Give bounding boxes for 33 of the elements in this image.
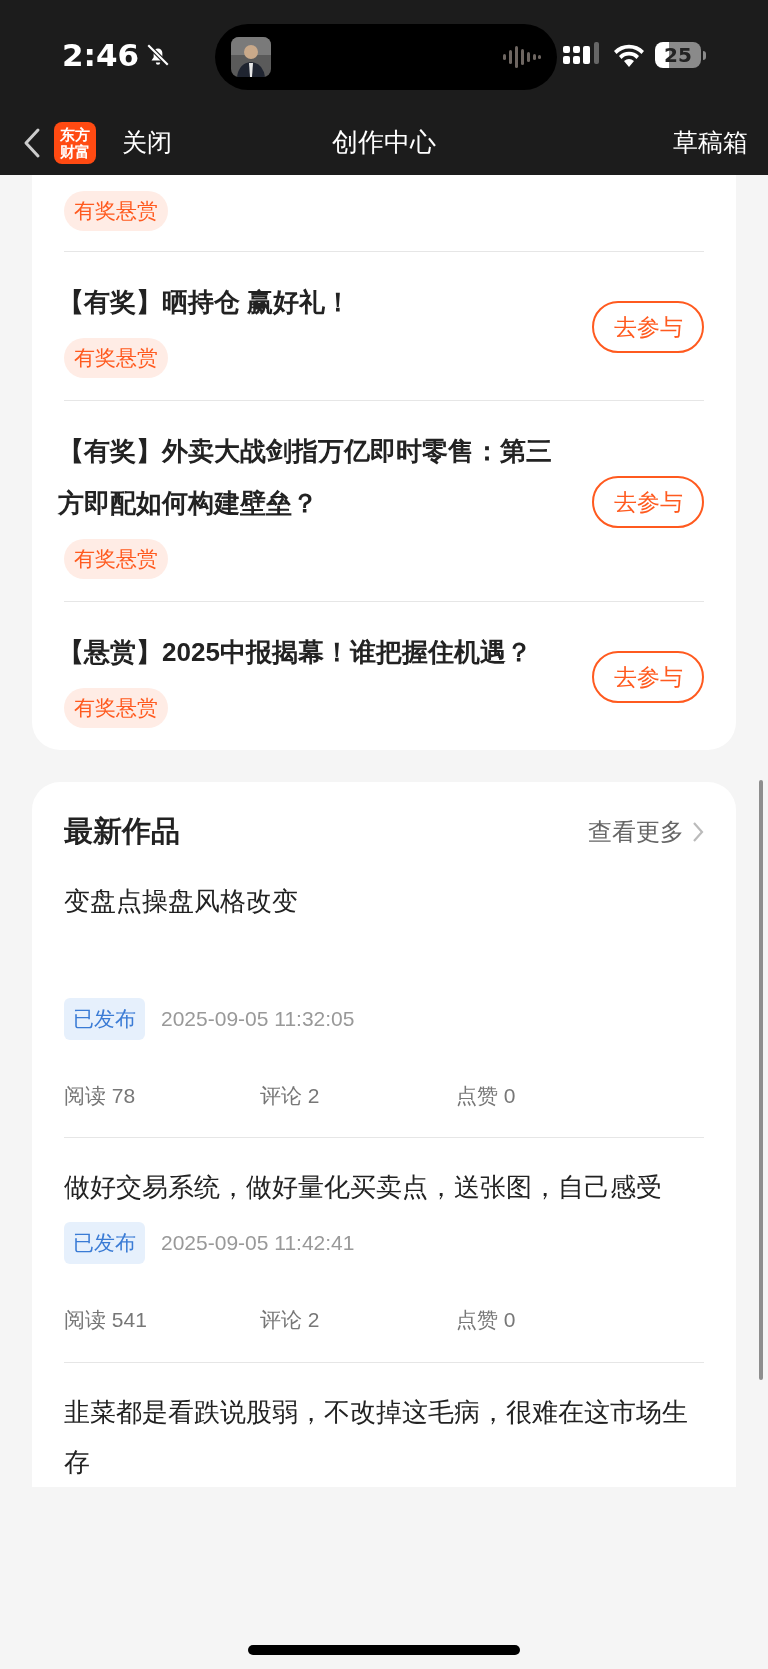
post-date: 2025-09-05 11:42:41	[161, 1230, 355, 1257]
post-stat: 阅读 78	[64, 1082, 137, 1109]
logo-text: 财富	[60, 142, 90, 160]
back-icon[interactable]	[22, 126, 42, 159]
view-more-link[interactable]: 查看更多	[588, 813, 684, 850]
close-button[interactable]: 关闭	[122, 123, 172, 162]
reward-tag: 有奖悬赏	[64, 688, 168, 728]
logo-text: 东方	[60, 125, 90, 143]
wifi-icon	[613, 43, 645, 67]
reward-title[interactable]: 【有奖】晒持仓 赢好礼！	[58, 276, 572, 328]
post-stat: 阅读 541	[64, 1307, 148, 1333]
drafts-button[interactable]: 草稿箱	[673, 123, 748, 162]
page-title: 创作中心	[332, 126, 436, 159]
post-title[interactable]: 做好交易系统，做好量化买卖点，送张图，自己感受	[64, 1162, 704, 1212]
reward-title[interactable]: 【有奖】外卖大战剑指万亿即时零售：第三方即配如何构建壁垒？	[58, 425, 572, 529]
reward-tag: 有奖悬赏	[64, 338, 168, 378]
post-title[interactable]: 变盘点操盘风格改变	[64, 875, 704, 988]
battery-cap	[703, 50, 706, 60]
post-stat: 评论 2	[260, 1307, 321, 1333]
waveform-icon	[503, 46, 541, 68]
reward-title[interactable]: 【悬赏】2025中报揭幕！谁把握住机遇？	[58, 626, 572, 678]
section-title: 最新作品	[64, 814, 180, 849]
post-stat: 点赞 0	[456, 1307, 517, 1333]
status-tag: 已发布	[64, 1222, 145, 1264]
status-time: 2:46	[62, 35, 140, 75]
post-title[interactable]: 韭菜都是看跌说股弱，不改掉这毛病，很难在这市场生存	[64, 1386, 704, 1487]
post-stat: 评论 2	[260, 1082, 321, 1109]
reward-tag: 有奖悬赏	[64, 191, 168, 231]
post-date: 2025-09-05 11:32:05	[161, 1005, 355, 1032]
post-stat: 点赞 0	[456, 1082, 517, 1109]
reward-tag: 有奖悬赏	[64, 539, 168, 579]
status-tag: 已发布	[64, 997, 145, 1040]
bell-slash-icon	[145, 42, 172, 68]
